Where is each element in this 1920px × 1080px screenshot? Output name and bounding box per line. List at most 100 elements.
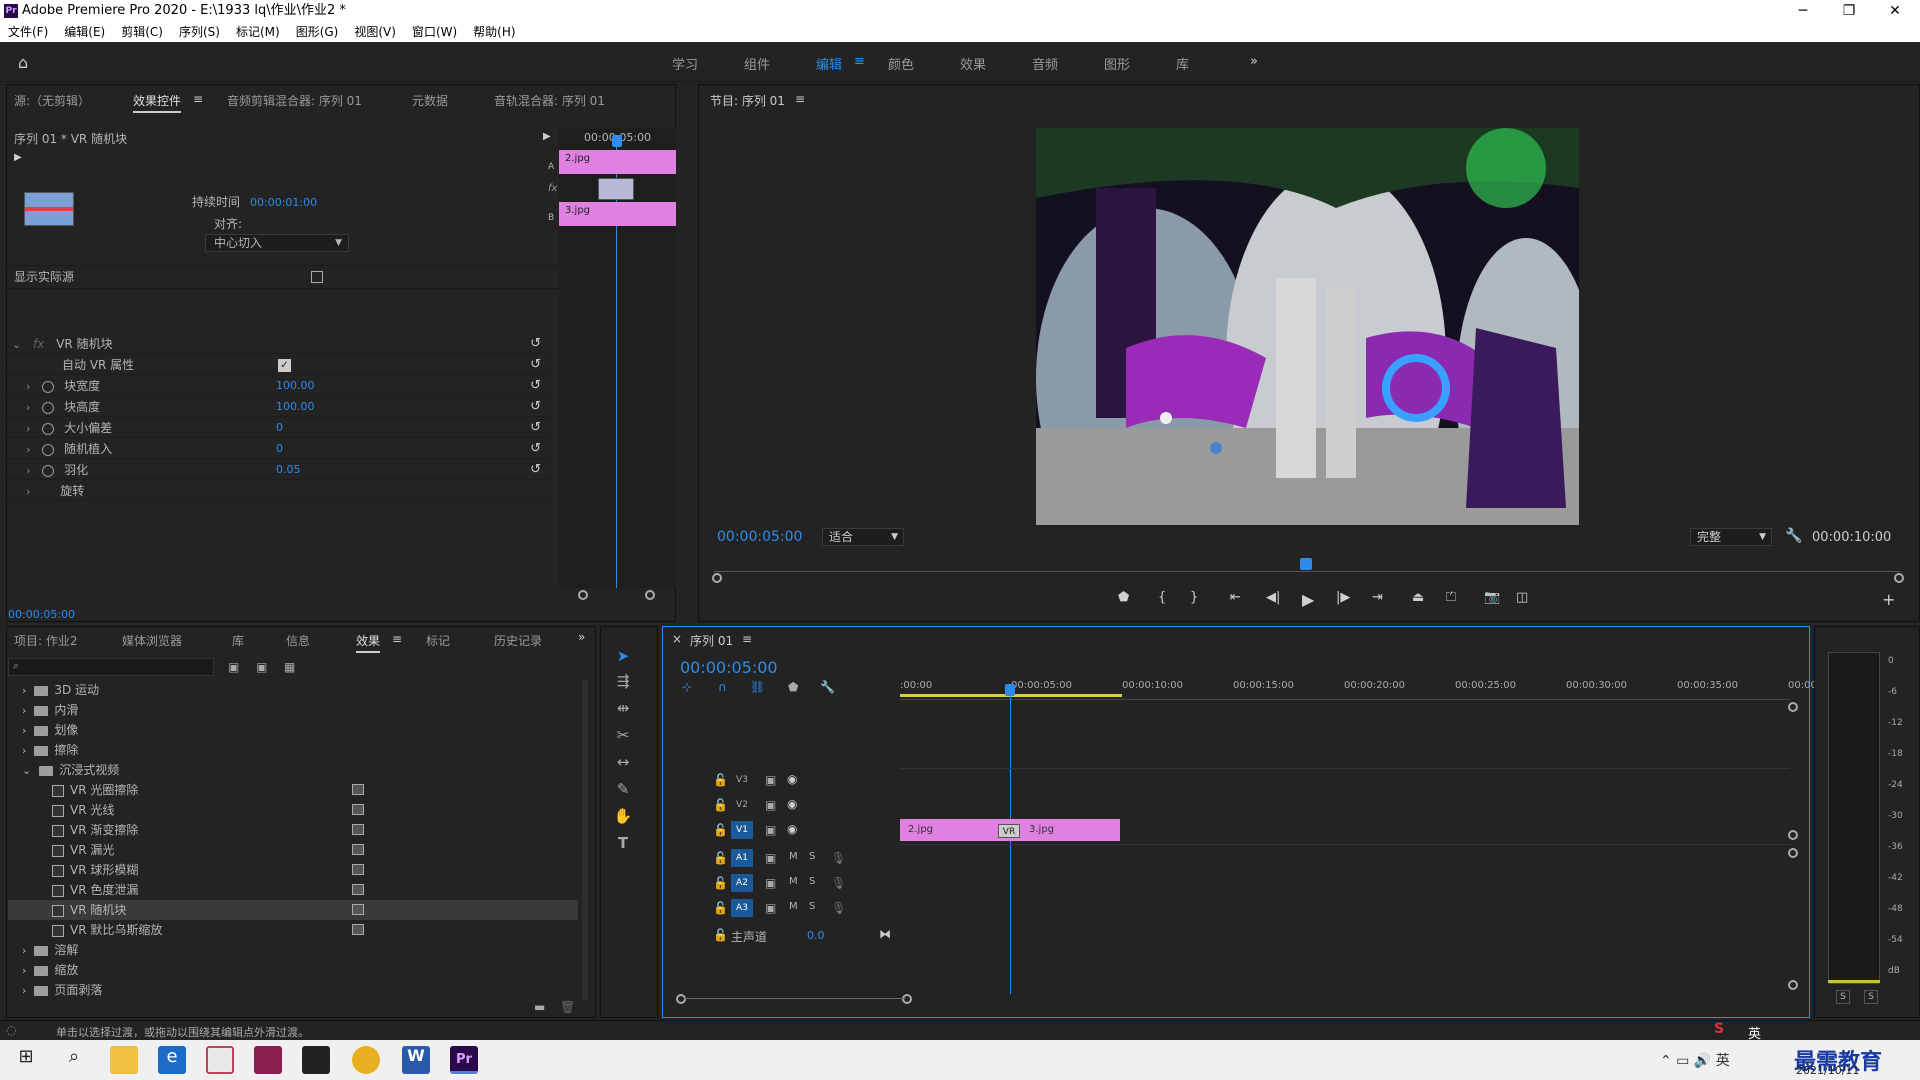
timeline-timecode[interactable]: 00:00:05:00 <box>680 658 778 677</box>
step-back-icon[interactable]: ◀| <box>1266 590 1280 605</box>
search-icon[interactable]: ⌕ <box>60 1046 88 1074</box>
scroll-handle-right[interactable] <box>1894 573 1904 583</box>
effect-item[interactable]: VR 光圈擦除 <box>8 780 578 800</box>
slip-tool-icon[interactable]: ↔ <box>612 751 634 773</box>
app-icon[interactable] <box>254 1046 282 1074</box>
effect-item[interactable]: VR 色度泄漏 <box>8 880 578 900</box>
solo-button[interactable]: S <box>809 901 815 912</box>
menu-marker[interactable]: 标记(M) <box>228 22 288 42</box>
play-transition-icon[interactable]: ▶ <box>14 152 22 163</box>
h-scroll-handle-right[interactable] <box>902 994 912 1004</box>
close-sequence-icon[interactable]: × <box>672 632 682 646</box>
edge-icon[interactable]: e <box>158 1046 186 1074</box>
mute-button[interactable]: M <box>789 851 798 862</box>
program-title[interactable]: 节目: 序列 01 <box>710 92 785 109</box>
effect-item[interactable]: VR 光线 <box>8 800 578 820</box>
lock-icon[interactable]: 🔓 <box>713 876 728 890</box>
effects-search-input[interactable]: ⌕ <box>8 658 214 676</box>
expand-chevron-icon[interactable]: › <box>22 684 26 697</box>
new-folder-icon[interactable]: ▬ <box>534 1000 545 1014</box>
track-target[interactable]: A3 <box>731 899 753 917</box>
go-to-out-icon[interactable]: ⇥ <box>1372 590 1383 605</box>
track-target[interactable]: V1 <box>731 821 753 839</box>
effect-item[interactable]: VR 渐变擦除 <box>8 820 578 840</box>
expand-chevron-icon[interactable]: › <box>22 704 26 717</box>
maximize-button[interactable]: ❐ <box>1826 0 1872 22</box>
reset-icon[interactable]: ↺ <box>530 334 541 354</box>
workspace-libraries[interactable]: 库 <box>1176 54 1189 73</box>
menu-file[interactable]: 文件(F) <box>0 22 56 42</box>
workspace-color[interactable]: 颜色 <box>888 54 914 73</box>
reset-icon[interactable]: ↺ <box>530 439 541 459</box>
expand-chevron-icon[interactable]: › <box>22 724 26 737</box>
32bit-effects-icon[interactable]: ▣ <box>256 660 267 674</box>
home-icon[interactable]: ⌂ <box>18 53 28 72</box>
mic-icon[interactable]: 🎙 <box>831 876 846 890</box>
workspace-menu-icon[interactable]: ≡ <box>854 54 865 69</box>
nest-icon[interactable]: ⊹ <box>682 680 692 694</box>
expand-chevron-icon[interactable]: › <box>22 984 26 997</box>
tab-effect-controls[interactable]: 效果控件 <box>133 92 182 113</box>
lock-icon[interactable]: 🔓 <box>713 773 728 787</box>
track-target[interactable]: A2 <box>731 874 753 892</box>
program-playhead[interactable] <box>1300 558 1312 570</box>
tab-info[interactable]: 信息 <box>286 632 310 649</box>
effect-folder[interactable]: › 缩放 <box>8 960 578 980</box>
effect-item[interactable]: VR 球形模糊 <box>8 860 578 880</box>
panel-menu-icon[interactable]: ≡ <box>795 92 805 106</box>
sync-lock-icon[interactable]: ▣ <box>765 773 776 787</box>
lift-icon[interactable]: ⏏ <box>1412 590 1424 605</box>
effect-item[interactable]: VR 默比乌斯缩放 <box>8 920 578 940</box>
effect-folder[interactable]: › 溶解 <box>8 940 578 960</box>
align-dropdown[interactable]: 中心切入 ▼ <box>205 234 349 252</box>
razor-tool-icon[interactable]: ✂ <box>612 724 634 746</box>
prop-value[interactable]: 0.05 <box>276 460 301 480</box>
effect-controls-timecode[interactable]: 00:00:05:00 <box>8 608 75 621</box>
reset-icon[interactable]: ↺ <box>530 376 541 396</box>
close-button[interactable]: ✕ <box>1872 0 1918 22</box>
windows-start-icon[interactable]: ⊞ <box>12 1046 40 1074</box>
sync-lock-icon[interactable]: ▣ <box>765 876 776 890</box>
workspace-editing[interactable]: 编辑 <box>816 54 842 73</box>
stopwatch-icon[interactable] <box>42 443 55 456</box>
add-button-icon[interactable]: + <box>1882 590 1895 609</box>
premiere-taskbar-icon[interactable]: Pr <box>450 1046 478 1074</box>
tab-audio-clip-mixer[interactable]: 音频剪辑混合器: 序列 01 <box>227 92 362 109</box>
track-target[interactable]: V2 <box>731 796 753 814</box>
tab-media-browser[interactable]: 媒体浏览器 <box>122 632 182 649</box>
menu-view[interactable]: 视图(V) <box>346 22 404 42</box>
effect-folder[interactable]: › 划像 <box>8 720 578 740</box>
prop-value[interactable]: 100.00 <box>276 376 315 396</box>
mini-transition[interactable] <box>598 178 634 200</box>
auto-vr-checkbox[interactable]: ✓ <box>278 359 291 372</box>
prop-value[interactable]: 0 <box>276 418 283 438</box>
expand-arrow-icon[interactable]: ▶ <box>543 131 551 142</box>
sync-lock-icon[interactable]: ▣ <box>765 798 776 812</box>
tab-project[interactable]: 项目: 作业2 <box>14 632 78 649</box>
vr-transition[interactable]: VR <box>998 824 1020 838</box>
effect-header-row[interactable]: ⌄ fx VR 随机块 ↺ <box>6 334 551 354</box>
menu-clip[interactable]: 剪辑(C) <box>113 22 171 42</box>
add-marker-icon[interactable]: ⬟ <box>1118 590 1129 605</box>
sequence-tab[interactable]: 序列 01 <box>690 632 733 649</box>
workspace-learn[interactable]: 学习 <box>672 54 698 73</box>
expand-chevron-icon[interactable]: › <box>22 944 26 957</box>
expand-chevron-icon[interactable]: › <box>26 401 30 414</box>
effects-scrollbar[interactable] <box>582 680 588 1000</box>
panel-menu-icon[interactable]: ≡ <box>742 632 752 646</box>
solo-button[interactable]: S <box>1836 990 1850 1004</box>
mute-button[interactable]: M <box>789 876 798 887</box>
reset-icon[interactable]: ↺ <box>530 418 541 438</box>
workspace-assembly[interactable]: 组件 <box>744 54 770 73</box>
selection-tool-icon[interactable]: ➤ <box>612 645 634 667</box>
eye-icon[interactable]: ◉ <box>787 797 797 811</box>
prop-value[interactable]: 0 <box>276 439 283 459</box>
sogou-ime-icon[interactable]: S <box>1714 1021 1724 1037</box>
play-icon[interactable]: ▶ <box>1302 590 1314 609</box>
screenshot-app-icon[interactable] <box>206 1046 234 1074</box>
tab-metadata[interactable]: 元数据 <box>412 92 448 109</box>
tab-history[interactable]: 历史记录 <box>494 632 542 649</box>
v-scroll-handle[interactable] <box>1788 830 1798 840</box>
mark-in-icon[interactable]: { <box>1158 590 1166 605</box>
terminal-icon[interactable] <box>302 1046 330 1074</box>
